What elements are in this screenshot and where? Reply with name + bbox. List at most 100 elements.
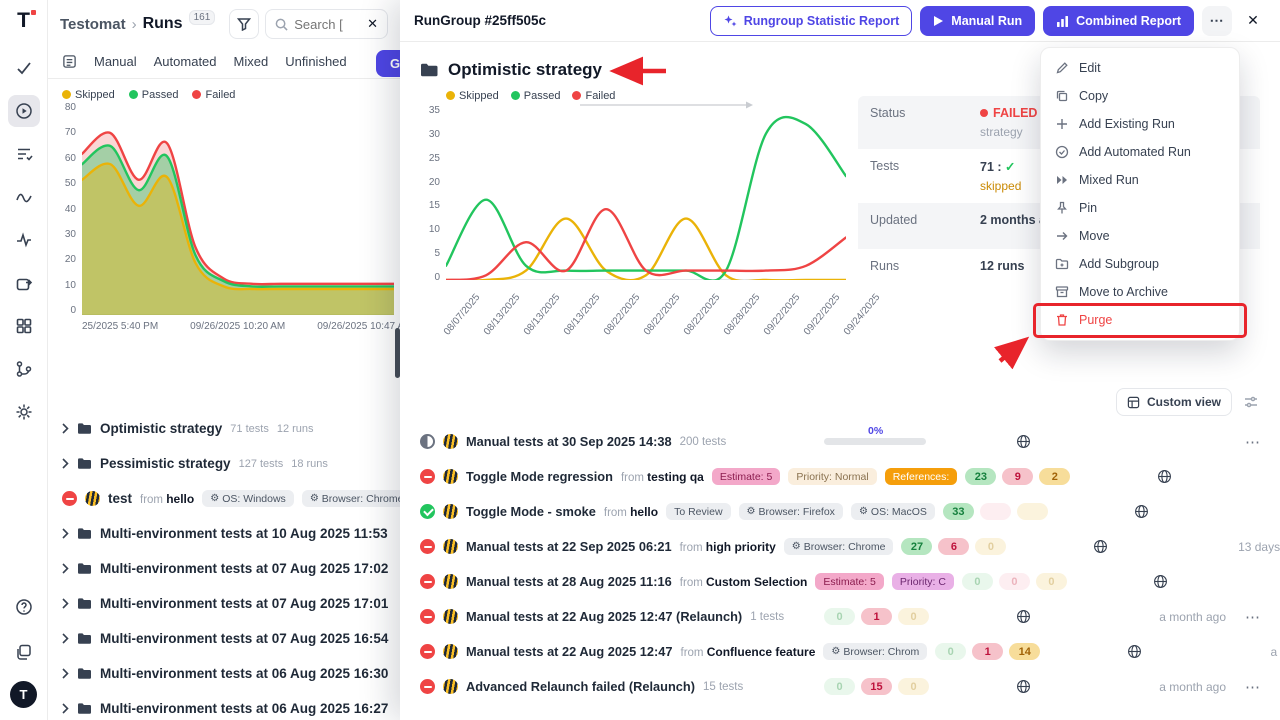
run-row[interactable]: Manual tests at 28 Aug 2025 11:16 from C…: [420, 564, 1260, 599]
analytics-icon[interactable]: [8, 181, 40, 213]
manual-run-button[interactable]: Manual Run: [920, 6, 1035, 36]
drawer-header: RunGroup #25ff505c Rungroup Statistic Re…: [400, 0, 1280, 42]
tests-count: 71 tests: [230, 423, 269, 435]
chevron-right-icon[interactable]: [62, 703, 69, 714]
bee-icon: [443, 644, 458, 659]
row-menu-button[interactable]: [1234, 608, 1260, 626]
bee-icon: [443, 434, 458, 449]
menu-item-copy[interactable]: Copy: [1041, 82, 1239, 110]
scrollbar-thumb[interactable]: [395, 328, 400, 378]
search-clear-icon[interactable]: [367, 16, 378, 32]
rungroup-statistic-report-button[interactable]: Rungroup Statistic Report: [710, 6, 913, 36]
failed-status-icon: [420, 539, 435, 554]
row-menu-button[interactable]: [1234, 678, 1260, 696]
chevron-right-icon[interactable]: [62, 598, 69, 609]
dashboard-icon[interactable]: [8, 310, 40, 342]
axis-tick-label: 70: [65, 127, 76, 138]
chevron-right-icon[interactable]: [62, 423, 69, 434]
failed-status-icon: [420, 469, 435, 484]
combined-report-button[interactable]: Combined Report: [1043, 6, 1194, 36]
run-row[interactable]: Toggle Mode regression from testing qa E…: [420, 459, 1260, 494]
menu-item-move[interactable]: Move: [1041, 222, 1239, 250]
runs-trend-chart: 80706050403020100 25/2025 5:40 PM09/26/2…: [56, 107, 394, 345]
trash-icon: [1055, 313, 1069, 327]
search-box[interactable]: [265, 9, 388, 39]
run-row[interactable]: Toggle Mode - smoke from hello To Review…: [420, 494, 1260, 529]
group-title: Optimistic strategy: [448, 60, 602, 80]
estimate-badge: Estimate: 5: [815, 573, 884, 590]
close-icon[interactable]: [1240, 8, 1266, 34]
custom-view-button[interactable]: Custom view: [1116, 388, 1232, 416]
group-trend-chart: Skipped Passed Failed 35302520151050 08/…: [420, 88, 850, 350]
profile-avatar[interactable]: T: [10, 681, 37, 708]
pin-icon: [1055, 201, 1069, 215]
bee-icon: [443, 469, 458, 484]
browser-badge: Browser: Chrom: [823, 643, 927, 660]
axis-tick-label: 25/2025 5:40 PM: [82, 321, 158, 332]
menu-item-add-existing-run[interactable]: Add Existing Run: [1041, 110, 1239, 138]
export-icon[interactable]: [8, 267, 40, 299]
tests-icon[interactable]: [8, 52, 40, 84]
pulse-icon[interactable]: [8, 224, 40, 256]
run-row[interactable]: Advanced Relaunch failed (Relaunch) 15 t…: [420, 669, 1260, 704]
row-menu-button[interactable]: [1234, 433, 1260, 451]
list-item[interactable]: Multi-environment tests at 06 Aug 2025 1…: [48, 656, 400, 691]
axis-tick-label: 80: [65, 102, 76, 113]
chevron-right-icon[interactable]: [62, 563, 69, 574]
run-row[interactable]: Manual tests at 30 Sep 2025 14:38 200 te…: [420, 424, 1260, 459]
play-icon: [933, 15, 944, 27]
list-item[interactable]: Optimistic strategy 71 tests 12 runs: [48, 411, 400, 446]
tab-mixed[interactable]: Mixed: [234, 54, 269, 69]
legend-dot: [129, 90, 138, 99]
tab-unfinished[interactable]: Unfinished: [285, 54, 346, 69]
axis-tick-label: 20: [429, 177, 440, 188]
search-input[interactable]: [294, 17, 361, 32]
folder-icon: [77, 632, 92, 645]
list-item[interactable]: Multi-environment tests at 10 Aug 2025 1…: [48, 516, 400, 551]
legend-item: Failed: [192, 89, 235, 101]
menu-item-add-automated-run[interactable]: Add Automated Run: [1041, 138, 1239, 166]
mini-chart-legend: Skipped Passed Failed: [48, 79, 400, 103]
list-item[interactable]: Multi-environment tests at 07 Aug 2025 1…: [48, 621, 400, 656]
menu-item-purge[interactable]: Purge: [1041, 306, 1239, 334]
menu-item-mixed-run[interactable]: Mixed Run: [1041, 166, 1239, 194]
list-item[interactable]: test from hello OS: Windows Browser: Chr…: [48, 481, 400, 516]
axis-tick-label: 0: [434, 272, 440, 283]
app-rail: T T: [0, 0, 48, 720]
result-counts: 0 15 0: [824, 678, 940, 695]
list-item[interactable]: Multi-environment tests at 07 Aug 2025 1…: [48, 586, 400, 621]
menu-item-pin[interactable]: Pin: [1041, 194, 1239, 222]
runs-icon[interactable]: [8, 95, 40, 127]
bee-icon: [443, 609, 458, 624]
menu-item-edit[interactable]: Edit: [1041, 54, 1239, 82]
breadcrumb-app[interactable]: Testomat: [60, 16, 126, 33]
plans-icon[interactable]: [8, 138, 40, 170]
list-item[interactable]: Pessimistic strategy 127 tests 18 runs: [48, 446, 400, 481]
list-item[interactable]: Multi-environment tests at 07 Aug 2025 1…: [48, 551, 400, 586]
references-badge: References:: [885, 468, 958, 485]
run-row[interactable]: Manual tests at 22 Aug 2025 12:47 (Relau…: [420, 599, 1260, 634]
chevron-right-icon[interactable]: [62, 458, 69, 469]
menu-item-move-to-archive[interactable]: Move to Archive: [1041, 278, 1239, 306]
help-icon[interactable]: [8, 591, 40, 623]
priority-badge: Priority: C: [892, 573, 954, 590]
tab-manual[interactable]: Manual: [94, 54, 137, 69]
more-actions-button[interactable]: ⋯: [1202, 6, 1232, 36]
filters-icon[interactable]: [1244, 396, 1258, 408]
result-counts: 33: [943, 503, 1059, 520]
chevron-right-icon[interactable]: [62, 528, 69, 539]
breadcrumb-separator: ›: [132, 16, 137, 33]
filter-button[interactable]: [229, 9, 259, 39]
bee-icon: [85, 491, 100, 506]
tab-automated[interactable]: Automated: [154, 54, 217, 69]
menu-item-add-subgroup[interactable]: Add Subgroup: [1041, 250, 1239, 278]
settings-icon[interactable]: [8, 396, 40, 428]
branch-icon[interactable]: [8, 353, 40, 385]
run-row[interactable]: Manual tests at 22 Aug 2025 12:47 from C…: [420, 634, 1260, 669]
chevron-right-icon[interactable]: [62, 633, 69, 644]
chevron-right-icon[interactable]: [62, 668, 69, 679]
docs-icon[interactable]: [8, 636, 40, 668]
list-item[interactable]: Multi-environment tests at 06 Aug 2025 1…: [48, 691, 400, 720]
folder-icon: [77, 667, 92, 680]
run-row[interactable]: Manual tests at 22 Sep 2025 06:21 from h…: [420, 529, 1260, 564]
